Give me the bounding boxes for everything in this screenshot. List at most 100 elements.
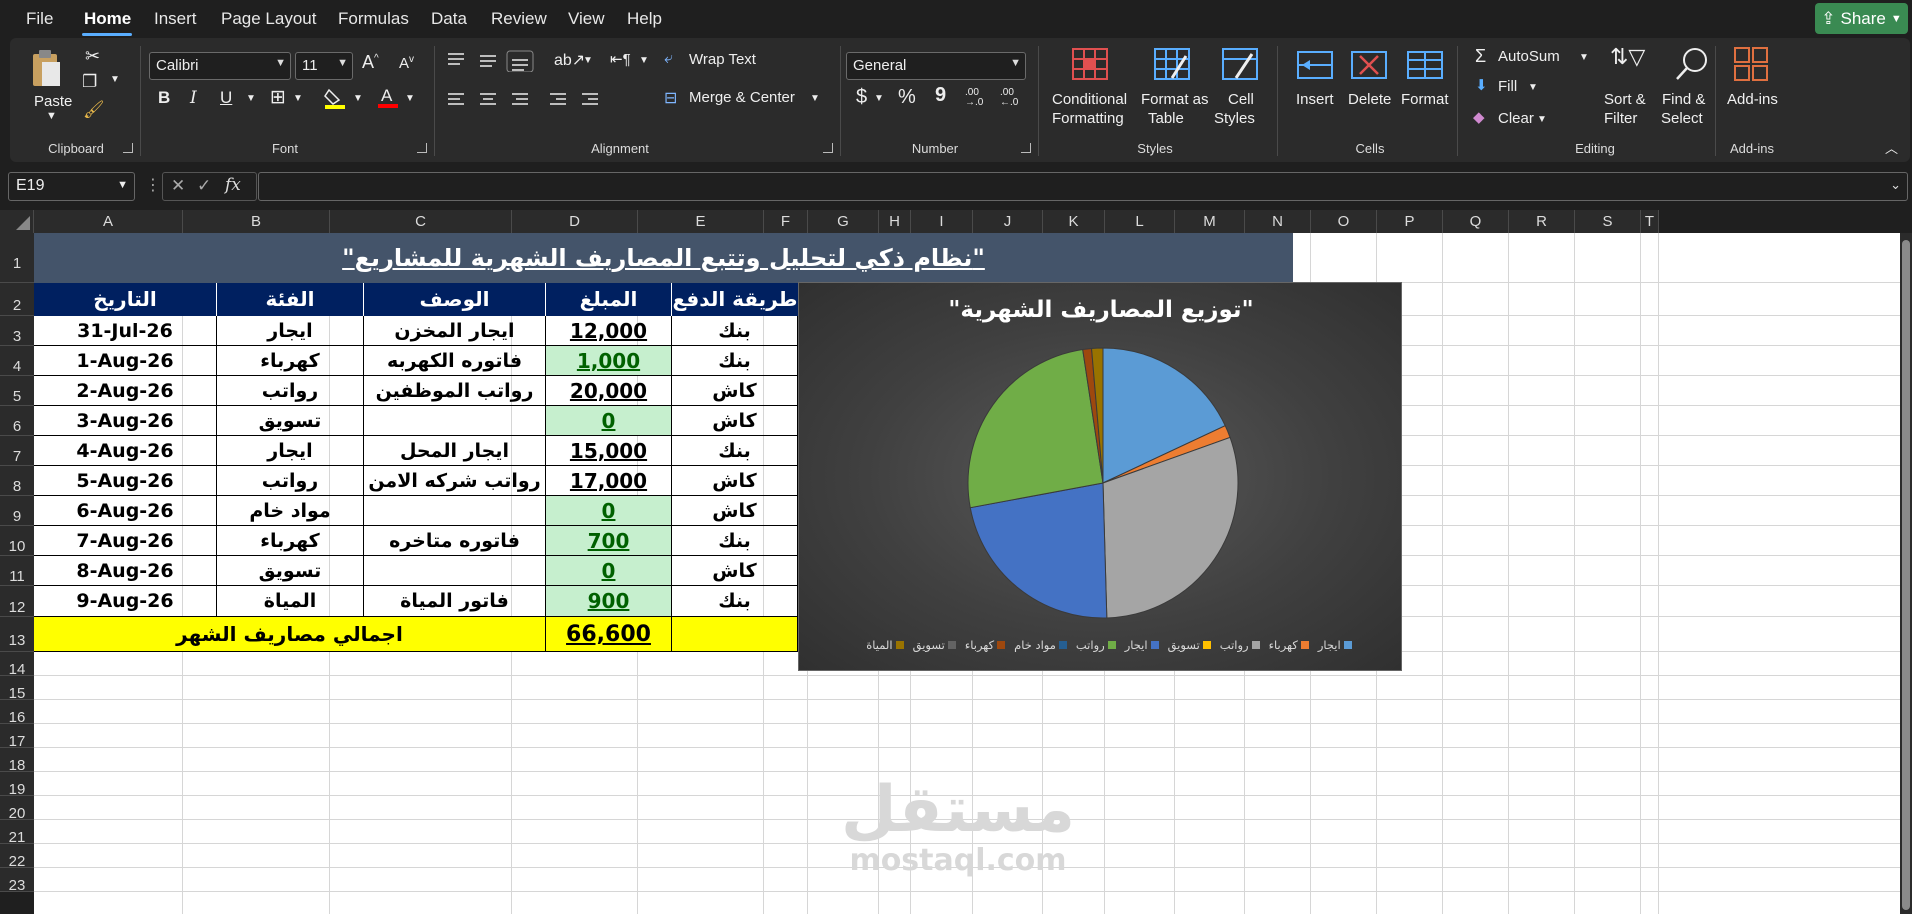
vertical-scroll-thumb[interactable] bbox=[1902, 240, 1910, 910]
row-header-16[interactable]: 16 bbox=[0, 700, 34, 726]
column-header-h[interactable]: H bbox=[879, 210, 911, 233]
cell-payment[interactable]: بنك bbox=[672, 526, 798, 556]
wrap-text-icon[interactable]: ⤶ bbox=[664, 50, 673, 68]
cell-date[interactable]: 2-Aug-26 bbox=[34, 376, 217, 406]
column-header-c[interactable]: C bbox=[330, 210, 512, 233]
sort-filter-button[interactable]: Sort & bbox=[1604, 90, 1646, 109]
increase-decimal-button[interactable]: .00 →.0 bbox=[965, 88, 991, 108]
formula-input[interactable]: ⌄ bbox=[258, 172, 1908, 201]
column-header-s[interactable]: S bbox=[1575, 210, 1641, 233]
row-header-21[interactable]: 21 bbox=[0, 820, 34, 846]
wrap-text-button[interactable]: Wrap Text bbox=[689, 51, 756, 68]
cell-payment[interactable]: كاش bbox=[672, 496, 798, 526]
row-header-9[interactable]: 9 bbox=[0, 496, 34, 526]
paste-icon[interactable] bbox=[30, 48, 62, 90]
row-header-5[interactable]: 5 bbox=[0, 376, 34, 406]
format-as-table-icon[interactable] bbox=[1154, 48, 1190, 82]
tab-review[interactable]: Review bbox=[491, 9, 547, 29]
tab-data[interactable]: Data bbox=[431, 9, 467, 29]
cell-payment[interactable]: بنك bbox=[672, 316, 798, 346]
column-header-b[interactable]: B bbox=[183, 210, 330, 233]
cell-amount[interactable]: 1,000 bbox=[546, 346, 672, 376]
cell-category[interactable]: تسويق bbox=[217, 556, 364, 586]
alignment-launcher-icon[interactable] bbox=[823, 143, 833, 153]
row-header-19[interactable]: 19 bbox=[0, 772, 34, 798]
chevron-down-icon[interactable]: ▼ bbox=[246, 93, 256, 104]
cell-category[interactable]: ايجار bbox=[217, 316, 364, 346]
cell-category[interactable]: كهرباء bbox=[217, 526, 364, 556]
cancel-icon[interactable]: ✕ bbox=[171, 176, 185, 196]
column-header-k[interactable]: K bbox=[1043, 210, 1105, 233]
total-value-cell[interactable]: 66,600 bbox=[546, 617, 672, 652]
autosum-button[interactable]: AutoSum bbox=[1498, 48, 1560, 65]
column-header-o[interactable]: O bbox=[1311, 210, 1377, 233]
cell-styles-button[interactable]: Cell bbox=[1228, 90, 1254, 109]
column-header-q[interactable]: Q bbox=[1443, 210, 1509, 233]
cell-date[interactable]: 7-Aug-26 bbox=[34, 526, 217, 556]
expand-formula-icon[interactable]: ⌄ bbox=[1890, 177, 1901, 193]
row-header-2[interactable]: 2 bbox=[0, 283, 34, 316]
name-box[interactable]: E19 ▼ bbox=[8, 172, 135, 201]
cell-date[interactable]: 1-Aug-26 bbox=[34, 346, 217, 376]
cell-payment[interactable]: كاش bbox=[672, 466, 798, 496]
row-header-17[interactable]: 17 bbox=[0, 724, 34, 750]
text-direction-icon[interactable]: ⇤¶ bbox=[610, 50, 631, 68]
total-empty-cell[interactable] bbox=[672, 617, 798, 652]
shrink-font-icon[interactable]: Av bbox=[399, 54, 414, 72]
underline-button[interactable]: U bbox=[220, 88, 232, 108]
row-header-1[interactable]: 1 bbox=[0, 233, 34, 283]
autosum-icon[interactable]: Σ bbox=[1475, 46, 1486, 67]
column-header-d[interactable]: D bbox=[512, 210, 638, 233]
column-header-n[interactable]: N bbox=[1245, 210, 1311, 233]
row-header-15[interactable]: 15 bbox=[0, 676, 34, 702]
cell-date[interactable]: 31-Jul-26 bbox=[34, 316, 217, 346]
select-all-corner[interactable] bbox=[0, 210, 34, 233]
header-amount[interactable]: المبلغ bbox=[546, 283, 672, 316]
tab-help[interactable]: Help bbox=[627, 9, 662, 29]
row-header-20[interactable]: 20 bbox=[0, 796, 34, 822]
cell-date[interactable]: 4-Aug-26 bbox=[34, 436, 217, 466]
cell-category[interactable]: رواتب bbox=[217, 376, 364, 406]
vertical-align-icons[interactable] bbox=[446, 50, 556, 72]
cell-description[interactable]: ايجار المخزن bbox=[364, 316, 546, 346]
delete-cells-icon[interactable] bbox=[1350, 48, 1390, 82]
column-header-r[interactable]: R bbox=[1509, 210, 1575, 233]
cell-description[interactable]: فاتور المياة bbox=[364, 586, 546, 617]
cell-category[interactable]: ايجار bbox=[217, 436, 364, 466]
format-cells-icon[interactable] bbox=[1406, 48, 1446, 82]
borders-icon[interactable]: ⊞ bbox=[270, 86, 286, 109]
row-header-4[interactable]: 4 bbox=[0, 346, 34, 376]
header-description[interactable]: الوصف bbox=[364, 283, 546, 316]
fill-color-icon[interactable] bbox=[323, 86, 347, 110]
copy-icon[interactable]: ❐ bbox=[82, 72, 97, 92]
chevron-down-icon[interactable]: ▼ bbox=[874, 93, 884, 104]
fill-icon[interactable]: ⬇ bbox=[1475, 76, 1488, 94]
cell-amount[interactable]: 17,000 bbox=[546, 466, 672, 496]
total-label-cell[interactable]: اجمالي مصاريف الشهر bbox=[34, 617, 546, 652]
italic-button[interactable]: I bbox=[190, 88, 197, 108]
cell-amount[interactable]: 900 bbox=[546, 586, 672, 617]
row-header-13[interactable]: 13 bbox=[0, 617, 34, 652]
chevron-down-icon[interactable]: ▼ bbox=[405, 93, 415, 104]
chevron-down-icon[interactable]: ▼ bbox=[583, 55, 593, 66]
tab-insert[interactable]: Insert bbox=[154, 9, 197, 29]
row-header-3[interactable]: 3 bbox=[0, 316, 34, 346]
cell-description[interactable]: فاتوره الكهربه bbox=[364, 346, 546, 376]
cell-amount[interactable]: 12,000 bbox=[546, 316, 672, 346]
decrease-decimal-button[interactable]: .00 ←.0 bbox=[1000, 88, 1026, 108]
font-name-select[interactable]: Calibri ▼ bbox=[149, 52, 291, 80]
cell-date[interactable]: 6-Aug-26 bbox=[34, 496, 217, 526]
collapse-ribbon-icon[interactable]: ︿ bbox=[1885, 138, 1898, 157]
comma-style-button[interactable]: 9 bbox=[935, 84, 946, 107]
column-header-t[interactable]: T bbox=[1641, 210, 1659, 233]
cell-amount[interactable]: 0 bbox=[546, 406, 672, 436]
tab-file[interactable]: File bbox=[26, 9, 53, 29]
insert-button[interactable]: Insert bbox=[1296, 90, 1334, 109]
share-button[interactable]: ⇪ Share ▼ bbox=[1815, 3, 1908, 34]
paste-button[interactable]: Paste bbox=[34, 92, 72, 111]
sheet-title-cell[interactable]: "نظام ذكي لتحليل وتتبع المصاريف الشهرية … bbox=[34, 233, 1293, 283]
chevron-down-icon[interactable]: ▼ bbox=[353, 93, 363, 104]
format-painter-icon[interactable]: 🖌 bbox=[83, 100, 105, 120]
cell-date[interactable]: 8-Aug-26 bbox=[34, 556, 217, 586]
cell-amount[interactable]: 0 bbox=[546, 496, 672, 526]
